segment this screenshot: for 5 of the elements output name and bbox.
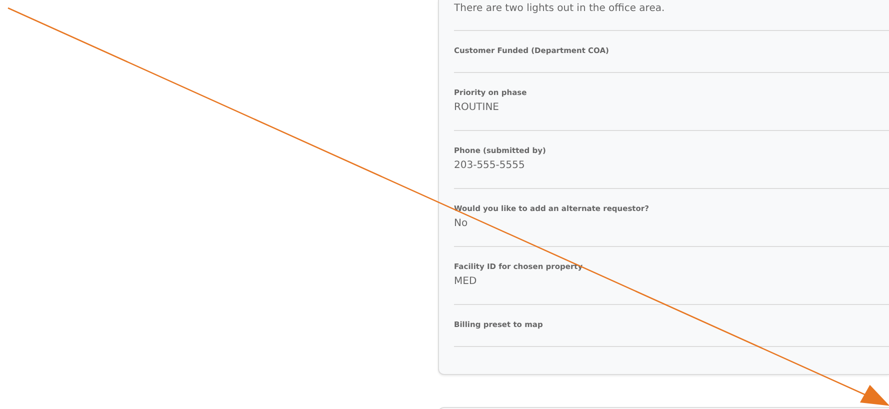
field-value: ROUTINE: [454, 101, 500, 115]
field-value: 203-555-5555: [454, 159, 526, 173]
field-value: There are two lights out in the office area.: [454, 2, 666, 16]
field-value: MED: [454, 275, 478, 289]
field-value: No: [454, 217, 469, 231]
